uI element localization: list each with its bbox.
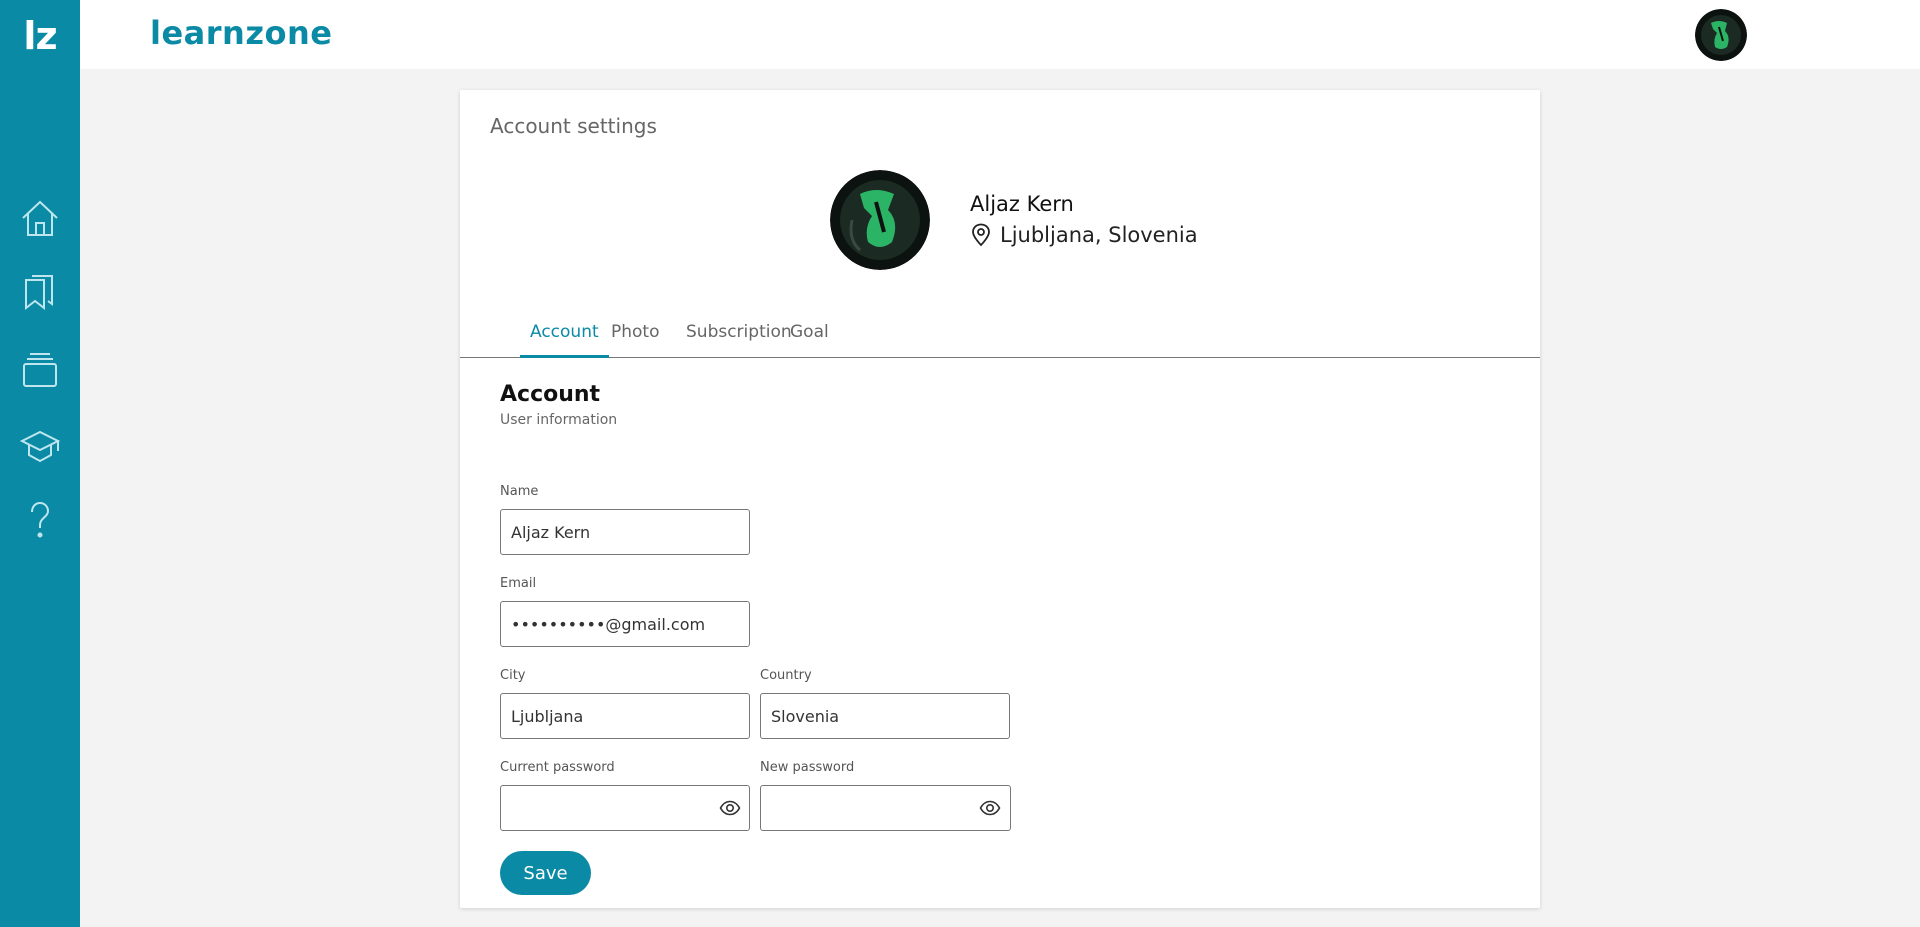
city-label: City bbox=[500, 668, 526, 683]
show-current-password-eye-icon[interactable] bbox=[719, 797, 741, 819]
current-password-label: Current password bbox=[500, 760, 615, 775]
brand-logo[interactable]: learnzone bbox=[150, 14, 332, 52]
profile-avatar bbox=[830, 170, 930, 270]
current-password-input[interactable] bbox=[500, 785, 750, 831]
settings-tabs: Account Photo Subscription Goal bbox=[460, 312, 1540, 358]
profile-name: Aljaz Kern bbox=[970, 192, 1074, 216]
section-title: Account bbox=[500, 382, 601, 407]
profile-location: Ljubljana, Slovenia bbox=[970, 223, 1198, 247]
graduation-cap-icon[interactable] bbox=[19, 426, 61, 466]
tab-goal[interactable]: Goal bbox=[780, 322, 839, 358]
layers-icon[interactable] bbox=[20, 350, 60, 390]
location-pin-icon bbox=[970, 223, 992, 247]
show-new-password-eye-icon[interactable] bbox=[979, 797, 1001, 819]
home-icon[interactable] bbox=[20, 198, 60, 238]
account-settings-card: Account settings Aljaz Kern Ljubljana, S… bbox=[460, 90, 1540, 908]
country-label: Country bbox=[760, 668, 812, 683]
tab-account[interactable]: Account bbox=[520, 322, 609, 358]
name-input[interactable] bbox=[500, 509, 750, 555]
name-label: Name bbox=[500, 484, 539, 499]
page-title: Account settings bbox=[490, 114, 657, 138]
sidebar: lz bbox=[0, 0, 80, 927]
help-icon[interactable] bbox=[20, 500, 60, 540]
tab-photo[interactable]: Photo bbox=[601, 322, 670, 358]
new-password-label: New password bbox=[760, 760, 855, 775]
email-label: Email bbox=[500, 576, 537, 591]
city-input[interactable] bbox=[500, 693, 750, 739]
profile-location-text: Ljubljana, Slovenia bbox=[1000, 223, 1198, 247]
user-avatar[interactable] bbox=[1695, 9, 1747, 61]
section-subtitle: User information bbox=[500, 412, 618, 428]
email-input[interactable] bbox=[500, 601, 750, 647]
bookmarks-icon[interactable] bbox=[20, 272, 60, 312]
new-password-input[interactable] bbox=[760, 785, 1011, 831]
top-bar: learnzone bbox=[80, 0, 1920, 69]
save-button[interactable]: Save bbox=[500, 851, 591, 895]
sidebar-logo[interactable]: lz bbox=[0, 14, 80, 58]
country-input[interactable] bbox=[760, 693, 1010, 739]
